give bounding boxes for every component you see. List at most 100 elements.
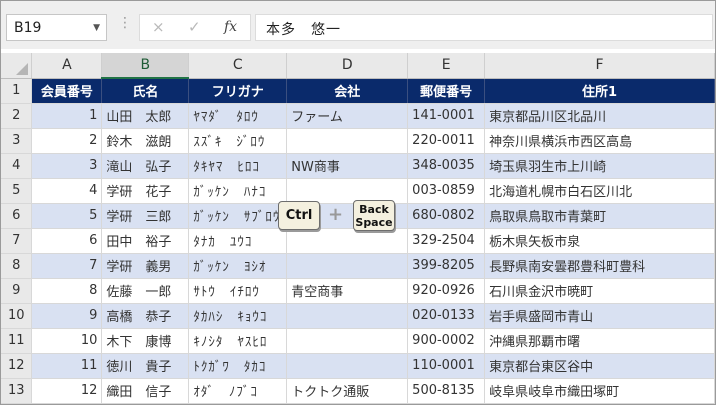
cell-zip[interactable]: 920-0926 bbox=[407, 278, 486, 304]
cell-address[interactable]: 東京都台東区谷中 bbox=[484, 353, 715, 379]
cell-name[interactable]: 学研 花子 bbox=[101, 178, 190, 204]
cell-address[interactable]: 埼玉県羽生市上川崎 bbox=[484, 153, 715, 179]
cell-furigana[interactable]: ｶﾞｯｹﾝ ﾊﾅｺ bbox=[188, 178, 288, 204]
row-header[interactable]: 6 bbox=[1, 203, 33, 229]
cell-name[interactable]: 徳川 貴子 bbox=[101, 353, 190, 379]
cell-zip[interactable]: 110-0001 bbox=[407, 353, 486, 379]
cell-zip[interactable]: 220-0011 bbox=[407, 128, 486, 154]
cell-member-id[interactable]: 5 bbox=[31, 203, 103, 229]
row-header[interactable]: 13 bbox=[1, 378, 33, 404]
cell-address[interactable]: 岩手県盛岡市青山 bbox=[484, 303, 715, 329]
cell-furigana[interactable]: ﾀｶﾊｼ ｷｮｳｺ bbox=[188, 303, 288, 329]
cell-company[interactable] bbox=[286, 353, 409, 379]
cell-name[interactable]: 山田 太郎 bbox=[101, 103, 190, 129]
row-header[interactable]: 4 bbox=[1, 153, 33, 179]
insert-function-icon[interactable]: fx bbox=[224, 19, 237, 35]
header-cell-zip[interactable]: 郵便番号 bbox=[407, 78, 486, 104]
cell-name[interactable]: 木下 康博 bbox=[101, 328, 190, 354]
cancel-icon[interactable]: × bbox=[152, 18, 165, 36]
row-header[interactable]: 7 bbox=[1, 228, 33, 254]
cell-furigana[interactable]: ﾔﾏﾀﾞ ﾀﾛｳ bbox=[188, 103, 288, 129]
row-header[interactable]: 12 bbox=[1, 353, 33, 379]
cell-name[interactable]: 田中 裕子 bbox=[101, 228, 190, 254]
cell-address[interactable]: 神奈川県横浜市西区高島 bbox=[484, 128, 715, 154]
row-header[interactable]: 5 bbox=[1, 178, 33, 204]
cell-zip[interactable]: 003-0859 bbox=[407, 178, 486, 204]
cell-zip[interactable]: 900-0002 bbox=[407, 328, 486, 354]
cell-member-id[interactable]: 3 bbox=[31, 153, 103, 179]
column-header-c[interactable]: C bbox=[188, 53, 288, 79]
cell-name[interactable]: 高橋 恭子 bbox=[101, 303, 190, 329]
cell-name[interactable]: 学研 義男 bbox=[101, 253, 190, 279]
chevron-down-icon[interactable]: ▼ bbox=[93, 23, 100, 33]
cell-company[interactable] bbox=[286, 328, 409, 354]
cell-member-id[interactable]: 10 bbox=[31, 328, 103, 354]
row-header[interactable]: 11 bbox=[1, 328, 33, 354]
cell-company[interactable] bbox=[286, 303, 409, 329]
cell-furigana[interactable]: ｵﾀﾞ ﾉﾌﾞｺ bbox=[188, 378, 288, 404]
cell-company[interactable]: トクトク通販 bbox=[286, 378, 409, 404]
cell-furigana[interactable]: ｶﾞｯｹﾝ ﾖｼｵ bbox=[188, 253, 288, 279]
column-header-d[interactable]: D bbox=[286, 53, 409, 79]
cell-company[interactable] bbox=[286, 253, 409, 279]
cell-name[interactable]: 佐藤 一郎 bbox=[101, 278, 190, 304]
cell-zip[interactable]: 399-8205 bbox=[407, 253, 486, 279]
column-header-b[interactable]: B bbox=[101, 53, 190, 79]
cell-name[interactable]: 鈴木 滋朗 bbox=[101, 128, 190, 154]
cell-address[interactable]: 東京都品川区北品川 bbox=[484, 103, 715, 129]
header-cell-name[interactable]: 氏名 bbox=[101, 78, 190, 104]
header-cell-company[interactable]: 会社 bbox=[286, 78, 409, 104]
cell-company[interactable]: NW商事 bbox=[286, 153, 409, 179]
cell-member-id[interactable]: 1 bbox=[31, 103, 103, 129]
cell-furigana[interactable]: ﾀﾅｶ ﾕｳｺ bbox=[188, 228, 288, 254]
formula-input[interactable]: 本多 悠一 bbox=[255, 14, 713, 41]
cell-member-id[interactable]: 7 bbox=[31, 253, 103, 279]
row-header[interactable]: 2 bbox=[1, 103, 33, 129]
cell-zip[interactable]: 020-0133 bbox=[407, 303, 486, 329]
cell-company[interactable] bbox=[286, 228, 409, 254]
cell-address[interactable]: 鳥取県鳥取市青葉町 bbox=[484, 203, 715, 229]
enter-icon[interactable]: ✓ bbox=[188, 18, 201, 36]
cell-zip[interactable]: 329-2504 bbox=[407, 228, 486, 254]
row-header[interactable]: 1 bbox=[1, 78, 33, 104]
cell-member-id[interactable]: 8 bbox=[31, 278, 103, 304]
select-all-button[interactable] bbox=[1, 53, 33, 79]
more-options-icon[interactable]: ⋮ bbox=[118, 15, 132, 31]
cell-member-id[interactable]: 11 bbox=[31, 353, 103, 379]
cell-address[interactable]: 長野県南安曇郡豊科町豊科 bbox=[484, 253, 715, 279]
cell-zip[interactable]: 500-8135 bbox=[407, 378, 486, 404]
row-header[interactable]: 9 bbox=[1, 278, 33, 304]
row-header[interactable]: 8 bbox=[1, 253, 33, 279]
cell-zip[interactable]: 348-0035 bbox=[407, 153, 486, 179]
cell-address[interactable]: 石川県金沢市暁町 bbox=[484, 278, 715, 304]
cell-name[interactable]: 織田 信子 bbox=[101, 378, 190, 404]
cell-address[interactable]: 栃木県矢板市泉 bbox=[484, 228, 715, 254]
column-header-a[interactable]: A bbox=[31, 53, 103, 79]
cell-furigana[interactable]: ﾀｷﾔﾏ ﾋﾛｺ bbox=[188, 153, 288, 179]
column-header-e[interactable]: E bbox=[407, 53, 486, 79]
cell-address[interactable]: 岐阜県岐阜市織田塚町 bbox=[484, 378, 715, 404]
cell-furigana[interactable]: ｷﾉｼﾀ ﾔｽﾋﾛ bbox=[188, 328, 288, 354]
cell-furigana[interactable]: ｶﾞｯｹﾝ ｻﾌﾞﾛｳ bbox=[188, 203, 288, 229]
column-header-f[interactable]: F bbox=[484, 53, 715, 79]
cell-furigana[interactable]: ﾄｸｶﾞﾜ ﾀｶｺ bbox=[188, 353, 288, 379]
cell-member-id[interactable]: 6 bbox=[31, 228, 103, 254]
cell-member-id[interactable]: 4 bbox=[31, 178, 103, 204]
cell-member-id[interactable]: 9 bbox=[31, 303, 103, 329]
cell-zip[interactable]: 680-0802 bbox=[407, 203, 486, 229]
row-header[interactable]: 10 bbox=[1, 303, 33, 329]
header-cell-address[interactable]: 住所1 bbox=[484, 78, 715, 104]
cell-name[interactable]: 学研 三郎 bbox=[101, 203, 190, 229]
cell-company[interactable]: ファーム bbox=[286, 103, 409, 129]
cell-address[interactable]: 北海道札幌市白石区川北 bbox=[484, 178, 715, 204]
cell-company[interactable] bbox=[286, 128, 409, 154]
cell-address[interactable]: 沖縄県那覇市曙 bbox=[484, 328, 715, 354]
cell-member-id[interactable]: 12 bbox=[31, 378, 103, 404]
cell-zip[interactable]: 141-0001 bbox=[407, 103, 486, 129]
cell-furigana[interactable]: ｽｽﾞｷ ｼﾞﾛｳ bbox=[188, 128, 288, 154]
name-box[interactable]: B19 ▼ bbox=[6, 14, 107, 41]
header-cell-member-id[interactable]: 会員番号 bbox=[31, 78, 103, 104]
row-header[interactable]: 3 bbox=[1, 128, 33, 154]
cell-furigana[interactable]: ｻﾄｳ ｲﾁﾛｳ bbox=[188, 278, 288, 304]
cell-company[interactable]: 青空商事 bbox=[286, 278, 409, 304]
